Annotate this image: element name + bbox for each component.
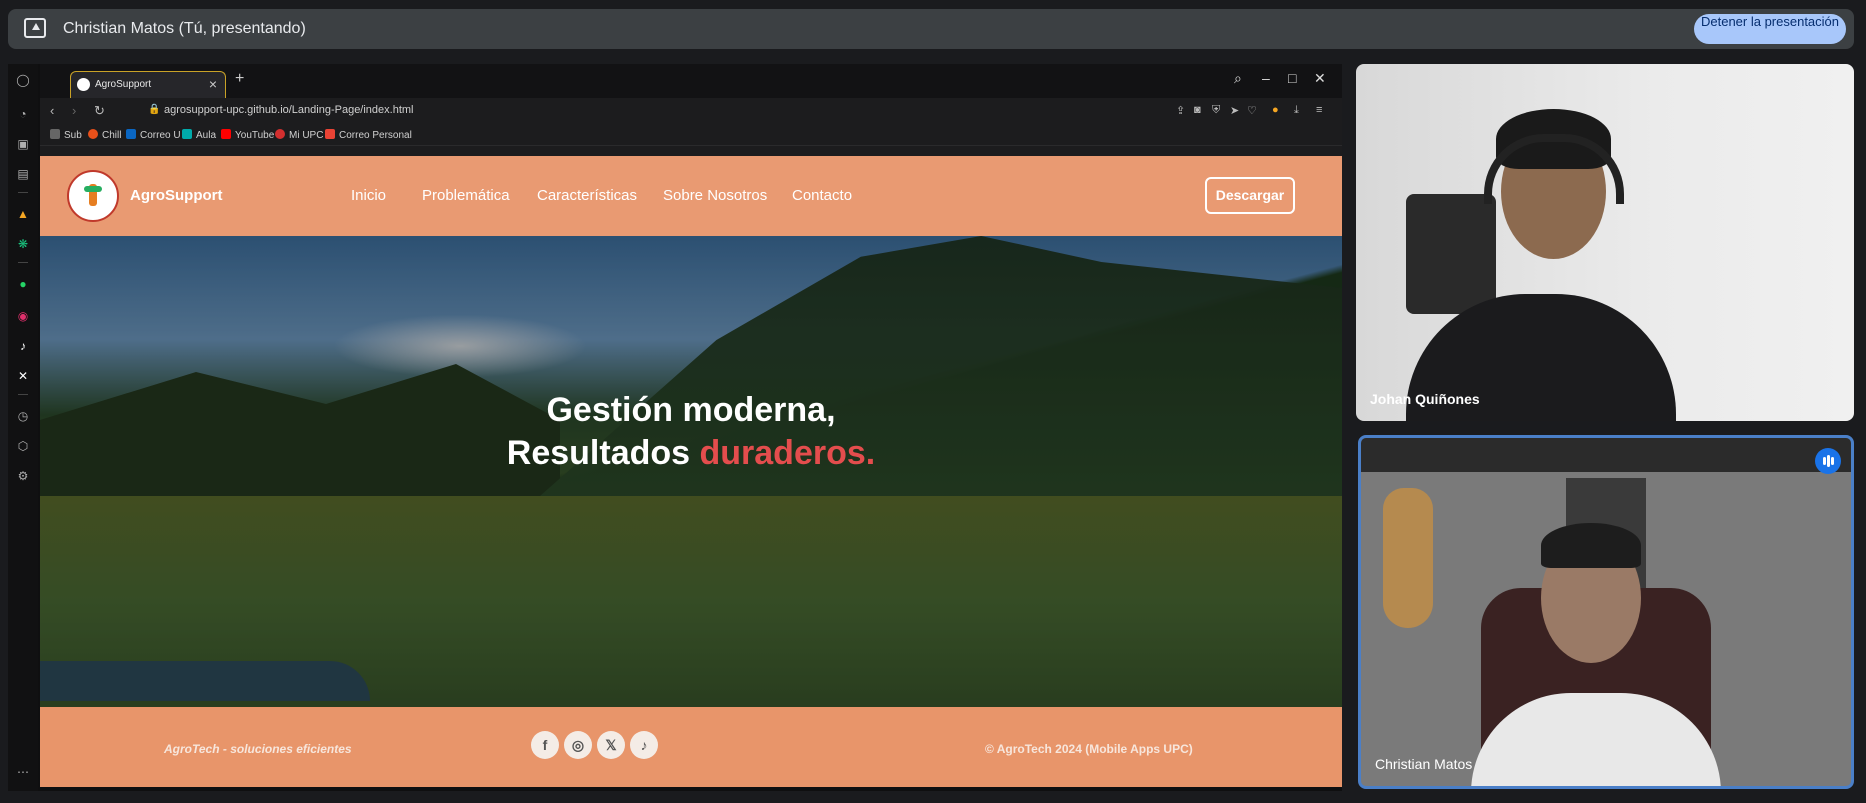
footer-tagline: AgroTech - soluciones eficientes xyxy=(164,742,352,756)
bookmark-correo-u[interactable]: Correo U xyxy=(126,129,181,141)
nav-problematica[interactable]: Problemática xyxy=(422,187,510,204)
nav-inicio[interactable]: Inicio xyxy=(351,187,386,204)
aria-icon[interactable]: ▲ xyxy=(15,206,31,222)
x-twitter-icon[interactable]: 𝕏 xyxy=(597,731,625,759)
participant-tile-johan[interactable]: Johan Quiñones xyxy=(1356,64,1854,421)
more-icon[interactable]: ⋯ xyxy=(15,764,31,780)
download-button[interactable]: Descargar xyxy=(1205,177,1295,214)
download-icon[interactable]: ⤓ xyxy=(1294,104,1299,117)
participant-name-christian: Christian Matos xyxy=(1375,756,1473,772)
participant-name-johan: Johan Quiñones xyxy=(1370,391,1480,407)
instagram-icon[interactable]: ◉ xyxy=(15,308,31,324)
stop-presenting-button[interactable]: Detener la presentación xyxy=(1694,14,1846,44)
profile-icon[interactable]: ● xyxy=(1272,104,1279,116)
bookmark-aula[interactable]: Aula xyxy=(182,129,216,141)
close-tab-icon[interactable]: × xyxy=(209,76,217,92)
share-icon[interactable]: ⇪ xyxy=(1176,104,1185,117)
forward-icon[interactable]: › xyxy=(72,103,76,118)
x-icon[interactable]: ✕ xyxy=(15,368,31,384)
address-bar: ‹ › ↻ 🔒 agrosupport-upc.github.io/Landin… xyxy=(40,98,1342,124)
participant-tile-christian[interactable]: Christian Matos xyxy=(1358,435,1854,789)
nav-contacto[interactable]: Contacto xyxy=(792,187,852,204)
search-icon[interactable]: ⌕ xyxy=(1234,70,1242,87)
bookmark-chill[interactable]: Chill xyxy=(88,129,121,141)
shield-icon[interactable]: ⛨ xyxy=(1212,104,1220,117)
footer-copyright: © AgroTech 2024 (Mobile Apps UPC) xyxy=(985,742,1193,756)
bookmark-youtube[interactable]: YouTube xyxy=(221,129,274,141)
bookmark-mi-upc[interactable]: Mi UPC xyxy=(275,129,323,141)
hero-title-line2: Resultados duraderos. xyxy=(506,434,876,472)
history-icon[interactable]: ◷ xyxy=(15,408,31,424)
url-field[interactable]: agrosupport-upc.github.io/Landing-Page/i… xyxy=(164,104,414,116)
site-brand[interactable]: AgroSupport xyxy=(130,187,222,204)
website-viewport: AgroSupport Inicio Problemática Caracter… xyxy=(40,156,1342,787)
tab-strip: AgroSupport × + ⌕ – □ ✕ xyxy=(40,64,1342,98)
shared-screen: ◯ ◔ ▣ ▤ ▲ ❋ ● ◉ ♪ ✕ ◷ ⬡ ⚙ ⋯ AgroSupport … xyxy=(8,64,1342,791)
settings-icon[interactable]: ⚙ xyxy=(15,468,31,484)
instagram-icon[interactable]: ◎ xyxy=(564,731,592,759)
nav-sobre-nosotros[interactable]: Sobre Nosotros xyxy=(663,187,767,204)
hero-accent-word: duraderos. xyxy=(699,434,876,472)
speaking-indicator-icon xyxy=(1815,448,1841,474)
tab-agrosupport[interactable]: AgroSupport × xyxy=(70,71,226,98)
facebook-icon[interactable]: f xyxy=(531,731,559,759)
site-favicon-icon xyxy=(77,78,90,91)
bookmark-correo-personal[interactable]: Correo Personal xyxy=(325,129,412,141)
back-icon[interactable]: ‹ xyxy=(50,103,54,118)
menu-icon[interactable]: ≡ xyxy=(1316,104,1322,116)
site-footer: AgroTech - soluciones eficientes f ◎ 𝕏 ♪… xyxy=(40,707,1342,787)
presenter-label: Christian Matos (Tú, presentando) xyxy=(63,20,306,37)
send-icon[interactable]: ➤ xyxy=(1230,104,1239,117)
bookmark-sub[interactable]: Sub xyxy=(50,129,82,141)
bag-icon[interactable]: ▣ xyxy=(15,136,31,152)
reload-icon[interactable]: ↻ xyxy=(94,103,105,119)
tab-title: AgroSupport xyxy=(95,79,152,90)
heart-icon[interactable]: ♡ xyxy=(1247,104,1257,117)
speed-dial-icon[interactable]: ◔ xyxy=(15,106,31,122)
bookmarks-bar: Sub Chill Correo U Aula YouTube Mi UPC C… xyxy=(40,124,1342,146)
hero-title-line1: Gestión moderna, xyxy=(546,391,836,429)
agrosupport-logo[interactable] xyxy=(67,170,119,222)
opera-logo-icon[interactable]: ◯ xyxy=(15,72,31,88)
maximize-icon[interactable]: □ xyxy=(1288,70,1296,86)
close-window-icon[interactable]: ✕ xyxy=(1314,70,1326,87)
hero-section: Gestión moderna, Resultados duraderos. xyxy=(40,236,1342,707)
chatgpt-icon[interactable]: ❋ xyxy=(15,236,31,252)
lock-icon: 🔒 xyxy=(148,104,161,115)
camera-icon[interactable]: ◙ xyxy=(1194,104,1201,116)
presentation-bar: Christian Matos (Tú, presentando) Detene… xyxy=(8,9,1854,49)
tiktok-icon[interactable]: ♪ xyxy=(630,731,658,759)
site-navbar: AgroSupport Inicio Problemática Caracter… xyxy=(40,156,1342,236)
present-screen-icon xyxy=(24,18,46,38)
extensions-icon[interactable]: ⬡ xyxy=(15,438,31,454)
minimize-icon[interactable]: – xyxy=(1262,70,1270,86)
new-tab-icon[interactable]: + xyxy=(235,70,244,88)
browser-sidebar: ◯ ◔ ▣ ▤ ▲ ❋ ● ◉ ♪ ✕ ◷ ⬡ ⚙ ⋯ xyxy=(8,64,38,791)
tiktok-icon[interactable]: ♪ xyxy=(15,338,31,354)
notes-icon[interactable]: ▤ xyxy=(15,166,31,182)
nav-caracteristicas[interactable]: Características xyxy=(537,187,637,204)
whatsapp-icon[interactable]: ● xyxy=(15,276,31,292)
browser-window: AgroSupport × + ⌕ – □ ✕ ‹ › ↻ 🔒 agrosupp… xyxy=(40,64,1342,787)
